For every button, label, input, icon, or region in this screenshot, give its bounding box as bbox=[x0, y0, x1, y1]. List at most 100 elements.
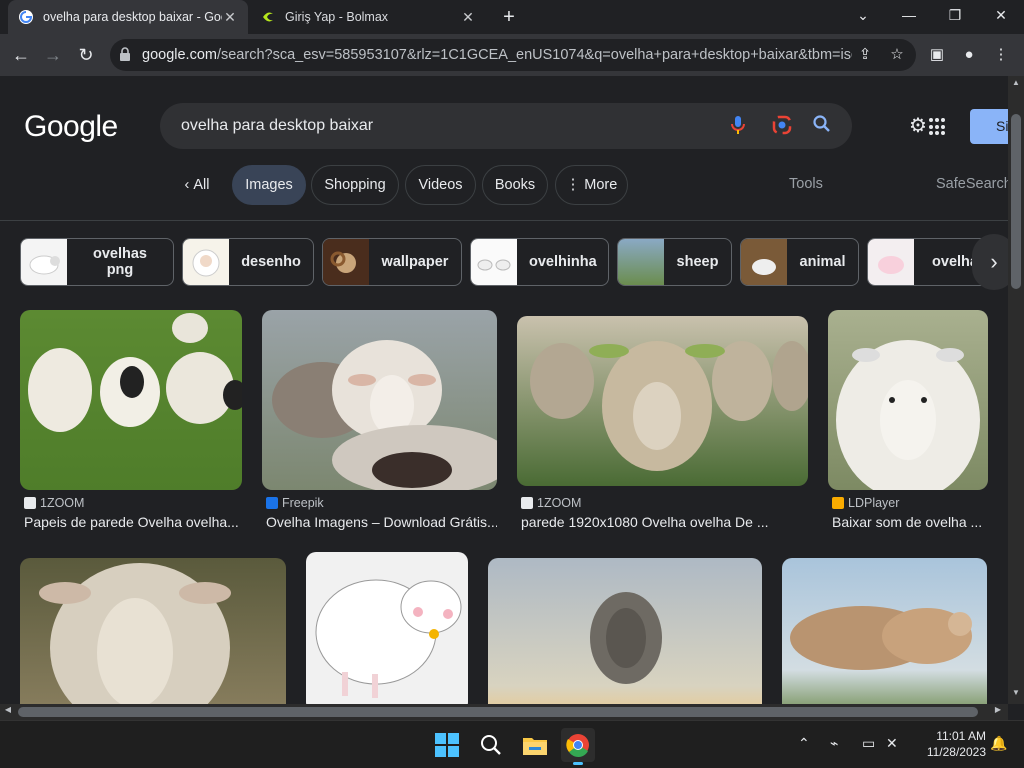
new-tab-button[interactable]: + bbox=[498, 6, 520, 28]
notification-bell-icon[interactable]: 🔔 bbox=[990, 735, 1007, 752]
filter-shopping[interactable]: Shopping bbox=[311, 165, 399, 205]
result-image-white-sheep[interactable] bbox=[828, 310, 988, 490]
browser-toolbar: ← → ↻ google.com/search?sca_esv=58595310… bbox=[0, 34, 1024, 76]
profile-icon[interactable]: ● bbox=[960, 46, 978, 64]
file-explorer-icon[interactable] bbox=[518, 728, 552, 762]
google-lens-icon[interactable] bbox=[771, 115, 793, 137]
volume-muted-icon[interactable]: ✕ bbox=[886, 735, 898, 752]
image-result[interactable]: Freepik Ovelha Imagens – Download Grátis… bbox=[262, 310, 497, 536]
tab-google-search[interactable]: ovelha para desktop baixar - Goo ✕ bbox=[8, 0, 248, 34]
chip-sheep[interactable]: sheep bbox=[617, 238, 732, 286]
bookmark-star-icon[interactable]: ☆ bbox=[888, 46, 906, 64]
result-caption[interactable]: Ovelha Imagens – Download Grátis... bbox=[266, 514, 497, 530]
google-images-page: Google ovelha para desktop baixar ⚙ Si ‹… bbox=[0, 76, 1008, 704]
scroll-down-icon[interactable]: ▼ bbox=[1008, 688, 1024, 697]
chip-animal[interactable]: animal bbox=[740, 238, 859, 286]
scroll-right-icon[interactable]: ▶ bbox=[990, 705, 1006, 714]
related-search-chips: ovelhas png desenho wallpaper ovelhinha … bbox=[20, 238, 1008, 286]
image-result[interactable]: LDPlayer Baixar som de ovelha ... bbox=[828, 310, 988, 536]
chip-thumbnail bbox=[618, 239, 664, 285]
windows-taskbar: ⌃ ⌁ ▭ ✕ 11:01 AM 11/28/2023 🔔 bbox=[0, 720, 1024, 768]
filter-books[interactable]: Books bbox=[482, 165, 548, 205]
chip-label: ovelhas png bbox=[93, 246, 147, 278]
lock-icon bbox=[120, 47, 130, 61]
chip-wallpaper[interactable]: wallpaper bbox=[322, 238, 462, 286]
gear-icon[interactable]: ⚙ bbox=[909, 116, 929, 136]
display-icon[interactable]: ▭ bbox=[862, 735, 875, 752]
source-favicon-icon bbox=[521, 497, 533, 509]
result-caption[interactable]: parede 1920x1080 Ovelha ovelha De ... bbox=[521, 514, 769, 530]
menu-kebab-icon[interactable]: ⋮ bbox=[992, 46, 1010, 64]
google-logo[interactable]: Google bbox=[24, 110, 118, 144]
tray-chevron-up-icon[interactable]: ⌃ bbox=[798, 735, 810, 752]
minimize-icon[interactable]: — bbox=[886, 0, 932, 30]
filter-all[interactable]: ‹ All bbox=[170, 165, 224, 205]
tab-bolmax[interactable]: Giriş Yap - Bolmax ✕ bbox=[250, 0, 486, 34]
chip-ovelhas-png[interactable]: ovelhas png bbox=[20, 238, 174, 286]
apps-grid-icon[interactable] bbox=[929, 118, 947, 136]
tools-button[interactable]: Tools bbox=[789, 176, 823, 192]
chip-ovelhinha[interactable]: ovelhinha bbox=[470, 238, 609, 286]
source-name: Freepik bbox=[282, 496, 324, 510]
result-caption[interactable]: Baixar som de ovelha ... bbox=[832, 514, 982, 530]
sign-in-button[interactable]: Si bbox=[970, 109, 1008, 144]
tab-title: ovelha para desktop baixar - Goo bbox=[43, 10, 222, 24]
chip-thumbnail bbox=[183, 239, 229, 285]
forward-icon[interactable]: → bbox=[40, 42, 66, 68]
reload-icon[interactable]: ↻ bbox=[73, 42, 99, 68]
source-favicon-icon bbox=[24, 497, 36, 509]
tab-search-chevron-icon[interactable]: ⌄ bbox=[840, 0, 886, 30]
image-result[interactable] bbox=[20, 558, 286, 704]
share-icon[interactable]: ⇪ bbox=[856, 46, 874, 64]
restore-icon[interactable]: ❐ bbox=[932, 0, 978, 30]
chip-desenho[interactable]: desenho bbox=[182, 238, 314, 286]
chip-thumbnail bbox=[868, 239, 914, 285]
chevron-right-icon[interactable]: › bbox=[972, 234, 1008, 290]
filter-more[interactable]: ⋮ More bbox=[555, 165, 628, 205]
search-icon[interactable] bbox=[474, 728, 508, 762]
safesearch-button[interactable]: SafeSearch bbox=[936, 176, 1008, 192]
vertical-scrollbar[interactable]: ▲ ▼ bbox=[1008, 76, 1024, 704]
network-disconnected-icon[interactable]: ⌁ bbox=[830, 735, 838, 752]
image-result[interactable]: 1ZOOM Papeis de parede Ovelha ovelha... bbox=[20, 310, 242, 536]
close-window-icon[interactable]: ✕ bbox=[978, 0, 1024, 30]
result-image-sheep-portrait[interactable] bbox=[262, 310, 497, 490]
result-image-sheep-pair[interactable] bbox=[782, 558, 987, 704]
chip-label: ovelhinha bbox=[529, 254, 597, 270]
image-result[interactable] bbox=[488, 558, 762, 704]
filter-label: More bbox=[584, 177, 618, 193]
source-favicon-icon bbox=[832, 497, 844, 509]
url-path: /search?sca_esv=585953107&rlz=1C1GCEA_en… bbox=[216, 47, 852, 63]
result-image-sheep-field[interactable] bbox=[20, 310, 242, 490]
filter-images[interactable]: Images bbox=[232, 165, 306, 205]
result-image-sheep-sky[interactable] bbox=[488, 558, 762, 704]
chip-label: wallpaper bbox=[381, 254, 449, 270]
search-icon[interactable] bbox=[811, 115, 833, 137]
system-clock[interactable]: 11:01 AM 11/28/2023 bbox=[914, 728, 986, 760]
scrollbar-thumb[interactable] bbox=[1011, 114, 1021, 289]
search-input[interactable]: ovelha para desktop baixar bbox=[160, 103, 852, 149]
address-bar[interactable]: google.com/search?sca_esv=585953107&rlz=… bbox=[110, 39, 916, 71]
horizontal-scrollbar[interactable]: ◀ ▶ bbox=[0, 704, 1008, 720]
scroll-up-icon[interactable]: ▲ bbox=[1008, 78, 1024, 87]
close-tab-icon[interactable]: ✕ bbox=[222, 9, 238, 26]
image-result[interactable]: 1ZOOM parede 1920x1080 Ovelha ovelha De … bbox=[517, 310, 808, 536]
mic-icon[interactable] bbox=[727, 115, 749, 137]
result-image-cartoon-sheep[interactable] bbox=[306, 552, 468, 704]
scrollbar-thumb[interactable] bbox=[18, 707, 978, 717]
result-source: LDPlayer bbox=[832, 496, 899, 510]
side-panel-icon[interactable]: ▣ bbox=[928, 46, 946, 64]
url-host: google.com bbox=[142, 47, 217, 63]
windows-start-icon[interactable] bbox=[430, 728, 464, 762]
back-icon[interactable]: ← bbox=[8, 42, 34, 68]
scroll-left-icon[interactable]: ◀ bbox=[0, 705, 16, 714]
result-image-sheep-flock[interactable] bbox=[517, 316, 808, 486]
clock-time: 11:01 AM bbox=[936, 729, 986, 743]
result-caption[interactable]: Papeis de parede Ovelha ovelha... bbox=[24, 514, 239, 530]
filter-videos[interactable]: Videos bbox=[405, 165, 476, 205]
result-image-sheep-closeup[interactable] bbox=[20, 558, 286, 704]
image-result[interactable] bbox=[782, 558, 987, 704]
chrome-icon[interactable] bbox=[561, 728, 595, 765]
image-result[interactable] bbox=[306, 552, 468, 704]
close-tab-icon[interactable]: ✕ bbox=[460, 9, 476, 26]
